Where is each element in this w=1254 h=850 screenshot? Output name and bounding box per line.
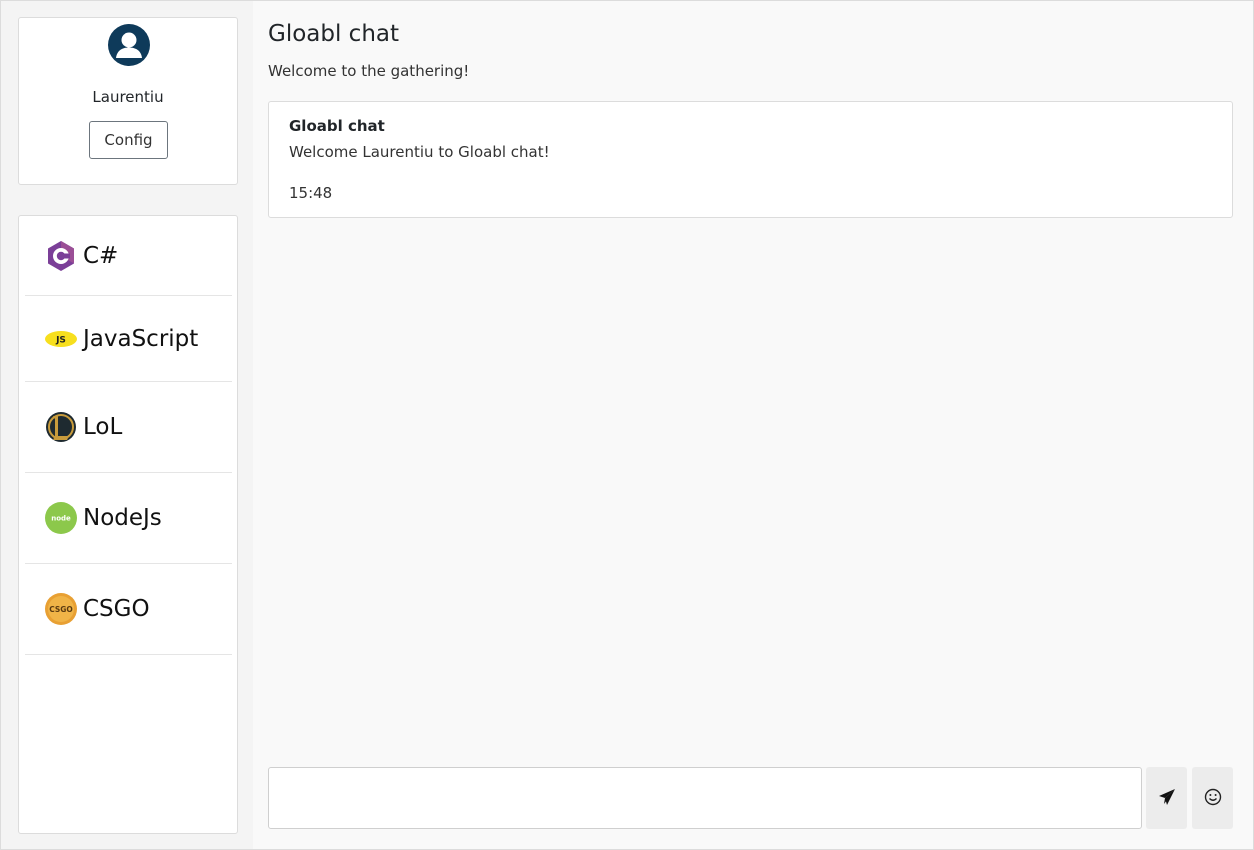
- svg-text:node: node: [51, 515, 71, 523]
- emoji-button[interactable]: [1192, 767, 1233, 829]
- app-window: Laurentiu Config C# JS JavaScript LoL no…: [0, 0, 1254, 850]
- user-icon: [108, 24, 150, 66]
- javascript-icon: JS: [45, 323, 77, 355]
- send-button[interactable]: [1146, 767, 1187, 829]
- nodejs-icon: node: [45, 502, 77, 534]
- lol-icon: [45, 411, 77, 443]
- message-text: Welcome Laurentiu to Gloabl chat!: [289, 143, 550, 161]
- message-item: Gloabl chat Welcome Laurentiu to Gloabl …: [268, 101, 1233, 218]
- message-timestamp: 15:48: [289, 184, 333, 202]
- channel-item-csgo[interactable]: CSGO CSGO: [25, 564, 232, 655]
- emoji-icon: [1204, 788, 1222, 809]
- message-input[interactable]: [268, 767, 1142, 829]
- chat-panel: Gloabl chat Welcome to the gathering! Gl…: [253, 1, 1253, 849]
- username: Laurentiu: [92, 88, 164, 106]
- chat-subtitle: Welcome to the gathering!: [268, 62, 470, 80]
- config-button[interactable]: Config: [89, 121, 168, 159]
- channel-label: CSGO: [83, 596, 150, 622]
- channel-label: NodeJs: [83, 505, 162, 531]
- channel-item-javascript[interactable]: JS JavaScript: [25, 296, 232, 382]
- sidebar: Laurentiu Config C# JS JavaScript LoL no…: [1, 1, 253, 849]
- svg-text:CSGO: CSGO: [49, 605, 73, 614]
- svg-text:JS: JS: [55, 335, 66, 345]
- channel-label: C#: [83, 242, 119, 269]
- channel-item-nodejs[interactable]: node NodeJs: [25, 473, 232, 564]
- channel-item-lol[interactable]: LoL: [25, 382, 232, 473]
- channel-item-csharp[interactable]: C#: [25, 216, 232, 296]
- profile-card: Laurentiu Config: [18, 17, 238, 185]
- channel-label: LoL: [83, 414, 123, 440]
- message-author: Gloabl chat: [289, 117, 385, 135]
- csharp-icon: [45, 240, 77, 272]
- csgo-icon: CSGO: [45, 593, 77, 625]
- channel-list: C# JS JavaScript LoL node NodeJs CSGO CS…: [18, 215, 238, 834]
- channel-label: JavaScript: [83, 325, 199, 352]
- page-title: Gloabl chat: [268, 21, 400, 47]
- send-icon: [1158, 788, 1176, 809]
- avatar[interactable]: [108, 24, 150, 66]
